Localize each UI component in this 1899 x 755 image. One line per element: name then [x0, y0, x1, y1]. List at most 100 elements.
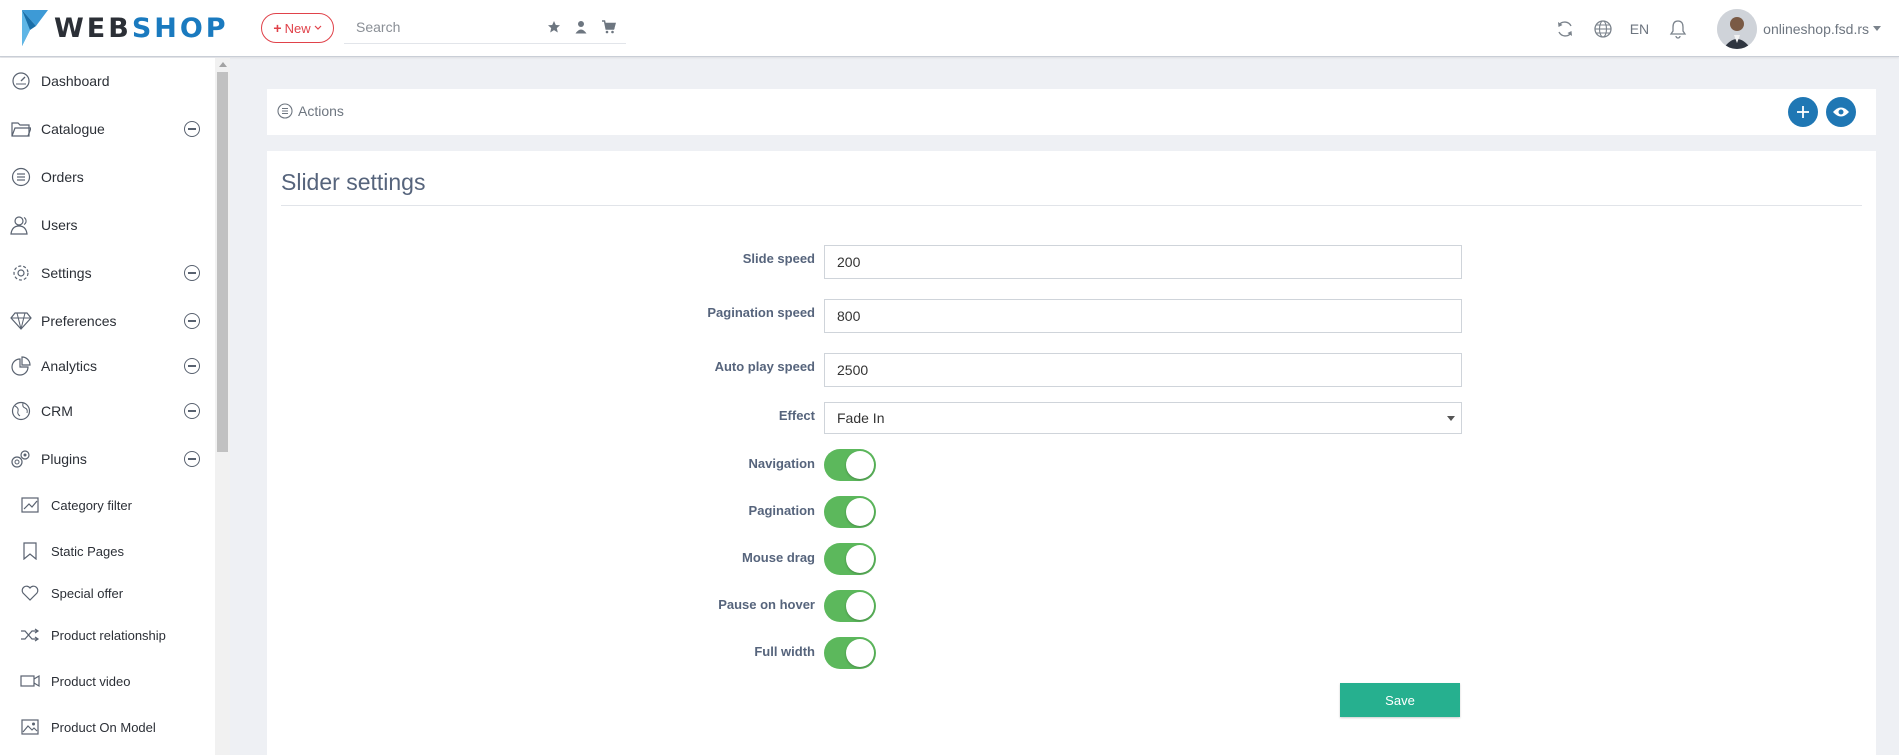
account-caret-icon[interactable] — [1873, 26, 1881, 31]
video-icon — [20, 671, 40, 691]
sidebar-subitem-static-pages[interactable]: Static Pages — [0, 533, 215, 569]
webshop-logo[interactable]: WEBSHOP — [20, 8, 229, 48]
list-icon — [10, 166, 32, 188]
collapse-icon[interactable] — [184, 121, 200, 137]
pagination-toggle[interactable] — [824, 496, 876, 528]
sidebar-item-label: Orders — [41, 169, 84, 185]
pause-on-hover-toggle[interactable] — [824, 590, 876, 622]
slide-speed-label: Slide speed — [742, 251, 815, 266]
cart-icon[interactable] — [600, 19, 616, 35]
bell-icon[interactable] — [1667, 18, 1689, 40]
sidebar-item-settings[interactable]: Settings — [0, 253, 215, 293]
sidebar-subitem-product-on-model[interactable]: Product On Model — [0, 709, 215, 745]
sidebar-item-orders[interactable]: Orders — [0, 157, 215, 197]
sidebar-item-label: CRM — [41, 403, 73, 419]
globe-icon — [10, 400, 32, 422]
eye-icon — [1833, 107, 1849, 117]
sidebar-subitem-product-relationship[interactable]: Product relationship — [0, 617, 215, 653]
search-input[interactable] — [344, 14, 524, 40]
sidebar-subitem-product-video[interactable]: Product video — [0, 663, 215, 699]
auto-play-speed-label: Auto play speed — [714, 359, 815, 374]
sidebar-item-analytics[interactable]: Analytics — [0, 346, 215, 386]
new-button[interactable]: + New — [261, 13, 334, 43]
shuffle-icon — [20, 625, 40, 645]
sidebar-item-catalogue[interactable]: Catalogue — [0, 109, 215, 149]
sidebar: Dashboard Catalogue Orders Users Setting… — [0, 58, 216, 755]
user-icon[interactable] — [573, 19, 589, 35]
sidebar-scrollbar[interactable] — [215, 58, 230, 755]
main-content: Actions Slider settings Slide speed Pagi… — [231, 58, 1899, 755]
sidebar-item-crm[interactable]: CRM — [0, 391, 215, 431]
actions-label: Actions — [298, 103, 344, 119]
actions-bar: Actions — [267, 89, 1876, 135]
chart-icon — [20, 495, 40, 515]
navigation-toggle[interactable] — [824, 449, 876, 481]
sidebar-item-plugins[interactable]: Plugins — [0, 439, 215, 479]
dashboard-icon — [10, 70, 32, 92]
actions-menu[interactable]: Actions — [277, 103, 344, 119]
chevron-down-icon — [314, 25, 322, 30]
logo-mark-icon — [22, 10, 48, 46]
star-icon[interactable] — [546, 19, 562, 35]
collapse-icon[interactable] — [184, 403, 200, 419]
gear-icon — [10, 262, 32, 284]
collapse-icon[interactable] — [184, 313, 200, 329]
full-width-toggle[interactable] — [824, 637, 876, 669]
pagination-speed-input[interactable] — [824, 299, 1462, 333]
logo-text: WEBSHOP — [54, 12, 229, 44]
image-icon — [20, 717, 40, 737]
top-header: WEBSHOP + New EN — [0, 0, 1899, 57]
preview-button[interactable] — [1826, 97, 1856, 127]
scroll-up-icon[interactable] — [219, 62, 227, 67]
sidebar-subitem-label: Product relationship — [51, 627, 166, 643]
sidebar-subitem-special-offer[interactable]: Special offer — [0, 575, 215, 611]
sidebar-item-preferences[interactable]: Preferences — [0, 301, 215, 341]
collapse-icon[interactable] — [184, 265, 200, 281]
refresh-icon[interactable] — [1554, 18, 1576, 40]
auto-play-speed-input[interactable] — [824, 353, 1462, 387]
collapse-icon[interactable] — [184, 358, 200, 374]
store-name[interactable]: onlineshop.fsd.rs — [1763, 21, 1869, 37]
plus-icon — [1797, 106, 1809, 118]
pause-on-hover-label: Pause on hover — [718, 597, 815, 612]
sidebar-item-label: Settings — [41, 265, 92, 281]
sidebar-item-label: Analytics — [41, 358, 98, 374]
diamond-icon — [10, 310, 32, 332]
mouse-drag-label: Mouse drag — [742, 550, 815, 565]
sidebar-subitem-label: Category filter — [51, 497, 132, 513]
bookmark-icon — [20, 541, 40, 561]
heart-icon — [20, 583, 40, 603]
sidebar-subitem-label: Static Pages — [51, 543, 124, 559]
add-button[interactable] — [1788, 97, 1818, 127]
effect-label: Effect — [778, 408, 815, 423]
chevron-down-icon — [1447, 416, 1455, 421]
language-selector[interactable]: EN — [1630, 21, 1649, 37]
plugins-icon — [10, 448, 32, 470]
sidebar-item-dashboard[interactable]: Dashboard — [0, 61, 215, 101]
sidebar-item-label: Preferences — [41, 313, 117, 329]
list-icon — [277, 103, 293, 119]
divider — [281, 205, 1862, 206]
effect-select[interactable]: Fade In — [824, 402, 1462, 434]
slide-speed-input[interactable] — [824, 245, 1462, 279]
page-title: Slider settings — [281, 169, 426, 195]
sidebar-subitem-category-filter[interactable]: Category filter — [0, 487, 215, 523]
pie-chart-icon — [10, 355, 32, 377]
sidebar-subitem-label: Product On Model — [51, 719, 156, 735]
scrollbar-thumb[interactable] — [217, 72, 228, 452]
sidebar-item-label: Users — [41, 217, 78, 233]
sidebar-subitem-label: Product video — [51, 673, 131, 689]
collapse-icon[interactable] — [184, 451, 200, 467]
save-button[interactable]: Save — [1340, 683, 1460, 717]
sidebar-item-label: Plugins — [41, 451, 87, 467]
avatar[interactable] — [1717, 8, 1758, 49]
mouse-drag-toggle[interactable] — [824, 543, 876, 575]
globe-icon[interactable] — [1592, 18, 1614, 40]
users-icon — [10, 214, 32, 236]
plus-icon: + — [273, 20, 282, 36]
sidebar-item-label: Catalogue — [41, 121, 105, 137]
sidebar-item-users[interactable]: Users — [0, 205, 215, 245]
navigation-label: Navigation — [748, 456, 815, 471]
pagination-speed-label: Pagination speed — [707, 305, 815, 320]
folder-icon — [10, 118, 32, 140]
